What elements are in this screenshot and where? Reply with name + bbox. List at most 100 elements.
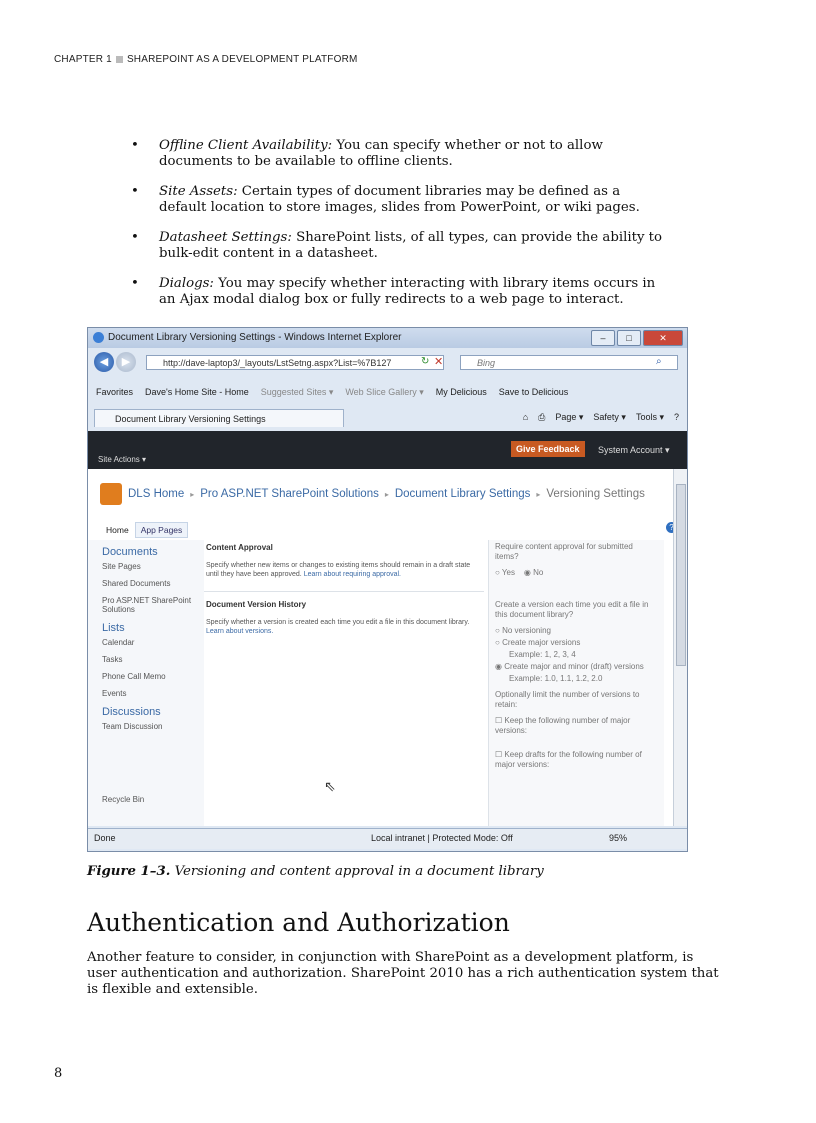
quick-link[interactable]: Shared Documents — [102, 579, 204, 588]
favorite-link[interactable]: Dave's Home Site - Home — [145, 387, 249, 397]
home-icon[interactable]: ⌂ — [523, 412, 528, 423]
favorite-link[interactable]: My Delicious — [436, 387, 487, 397]
page-tabs: Home App Pages — [100, 522, 189, 538]
caption-text: Versioning and content approval in a doc… — [170, 864, 544, 879]
quick-link[interactable]: Phone Call Memo — [102, 672, 204, 681]
keep-major-checkbox[interactable]: Keep the following number of major versi… — [495, 716, 630, 735]
content-approval-description: Specify whether new items or changes to … — [206, 561, 480, 579]
list-item: Offline Client Availability: You can spe… — [131, 138, 671, 170]
scrollbar-thumb[interactable] — [676, 484, 686, 666]
print-icon[interactable]: ⎙ — [538, 412, 545, 423]
quick-heading-lists[interactable]: Lists — [102, 622, 204, 634]
breadcrumb-separator-icon: ▸ — [190, 489, 195, 499]
quick-link[interactable]: Site Pages — [102, 562, 204, 571]
status-text: Done — [94, 833, 116, 843]
quick-heading-discussions[interactable]: Discussions — [102, 706, 204, 718]
refresh-icon[interactable]: ↻ — [421, 356, 429, 367]
window-titlebar: Document Library Versioning Settings - W… — [88, 328, 687, 348]
account-menu[interactable]: System Account ▾ — [598, 445, 670, 456]
limit-label: Optionally limit the number of versions … — [495, 690, 640, 709]
section-descriptions: Content Approval Specify whether new ite… — [204, 540, 484, 826]
section-heading: Authentication and Authorization — [87, 908, 510, 937]
back-icon[interactable]: ◀ — [94, 352, 114, 372]
close-button[interactable]: ✕ — [643, 330, 683, 346]
breadcrumb-link[interactable]: Document Library Settings — [395, 488, 531, 500]
figure-label: Figure 1–3. — [87, 864, 171, 879]
tab-app-pages[interactable]: App Pages — [134, 522, 189, 538]
quick-link[interactable]: Tasks — [102, 655, 204, 664]
help-icon[interactable]: ? — [674, 412, 679, 423]
quick-heading-documents[interactable]: Documents — [102, 546, 204, 558]
site-actions-menu[interactable]: Site Actions ▾ — [98, 455, 146, 464]
radio-no-versioning[interactable]: No versioning — [502, 626, 551, 635]
quick-link[interactable]: Events — [102, 689, 204, 698]
security-zone: Local intranet | Protected Mode: Off — [371, 833, 513, 843]
favorite-link[interactable]: Suggested Sites ▾ — [261, 387, 334, 398]
section-controls: Require content approval for submitted i… — [488, 540, 664, 826]
version-option: ○ No versioning — [495, 626, 551, 635]
tab-home[interactable]: Home — [100, 522, 135, 538]
search-input[interactable]: Bing — [460, 355, 678, 370]
figure-caption: Figure 1–3. Versioning and content appro… — [87, 864, 544, 879]
version-example: Example: 1.0, 1.1, 1.2, 2.0 — [509, 674, 603, 683]
vertical-scrollbar[interactable] — [673, 469, 687, 826]
breadcrumb-current: Versioning Settings — [546, 488, 645, 500]
keep-major-option: ☐ Keep the following number of major ver… — [495, 716, 631, 735]
command-bar: ⌂ ⎙ Page ▾ Safety ▾ Tools ▾ ? — [523, 412, 679, 423]
favorite-link[interactable]: Web Slice Gallery ▾ — [345, 387, 423, 398]
version-option: ◉ Create major and minor (draft) version… — [495, 662, 644, 671]
versions-help-link[interactable]: Learn about versions. — [206, 628, 273, 635]
browser-tab[interactable]: Document Library Versioning Settings — [94, 409, 344, 427]
radio-major-minor-versions[interactable]: Create major and minor (draft) versions — [504, 662, 644, 671]
bullet-text: You may specify whether interacting with… — [159, 276, 656, 307]
header-separator-square — [115, 56, 123, 63]
keep-drafts-checkbox[interactable]: Keep drafts for the following number of … — [495, 750, 642, 769]
give-feedback-button[interactable]: Give Feedback — [511, 441, 585, 457]
zoom-level[interactable]: 95% — [609, 833, 627, 843]
safety-menu[interactable]: Safety ▾ — [593, 412, 626, 423]
browser-screenshot: Document Library Versioning Settings - W… — [87, 327, 688, 852]
forward-icon[interactable]: ▶ — [116, 352, 136, 372]
site-logo — [100, 483, 122, 505]
approval-help-link[interactable]: Learn about requiring approval. — [304, 571, 401, 578]
radio-no[interactable]: No — [533, 568, 543, 577]
bullet-term: Datasheet Settings: — [159, 230, 292, 245]
version-history-heading: Document Version History — [206, 600, 307, 609]
radio-major-versions[interactable]: Create major versions — [502, 638, 580, 647]
radio-yes[interactable]: Yes — [502, 568, 515, 577]
address-bar[interactable]: http://dave-laptop3/_layouts/LstSetng.as… — [146, 355, 444, 370]
version-option: ○ Create major versions — [495, 638, 581, 647]
approval-options: ○ Yes ◉ No — [495, 568, 544, 577]
description-text: Specify whether a version is created eac… — [206, 619, 470, 626]
breadcrumb-separator-icon: ▸ — [536, 489, 541, 499]
mouse-pointer-icon: ⇖ — [324, 778, 336, 794]
favorites-button[interactable]: Favorites — [96, 387, 133, 397]
page-number: 8 — [54, 1066, 63, 1081]
page-menu[interactable]: Page ▾ — [555, 412, 583, 423]
version-history-description: Specify whether a version is created eac… — [206, 618, 480, 636]
quick-link[interactable]: Calendar — [102, 638, 204, 647]
running-header: CHAPTER 1 SHAREPOINT AS A DEVELOPMENT PL… — [54, 54, 358, 65]
window-title: Document Library Versioning Settings - W… — [108, 332, 402, 343]
tab-bar: Document Library Versioning Settings ⌂ ⎙… — [88, 406, 687, 430]
breadcrumb: DLS Home ▸ Pro ASP.NET SharePoint Soluti… — [100, 483, 645, 505]
minimize-button[interactable]: – — [591, 330, 615, 346]
search-icon[interactable]: ⌕ — [656, 356, 662, 367]
section-divider — [204, 591, 484, 592]
breadcrumb-link[interactable]: Pro ASP.NET SharePoint Solutions — [200, 488, 379, 500]
chapter-title: SHAREPOINT AS A DEVELOPMENT PLATFORM — [126, 54, 358, 65]
chapter-label: CHAPTER 1 — [54, 54, 112, 65]
address-row: ◀ ▶ http://dave-laptop3/_layouts/LstSetn… — [88, 350, 687, 374]
quick-link[interactable]: Pro ASP.NET SharePoint Solutions — [102, 596, 204, 614]
favorite-link[interactable]: Save to Delicious — [499, 387, 569, 397]
stop-icon[interactable]: ✕ — [434, 355, 443, 368]
list-item: Datasheet Settings: SharePoint lists, of… — [131, 230, 671, 262]
approval-question: Require content approval for submitted i… — [495, 542, 633, 561]
breadcrumb-link[interactable]: DLS Home — [128, 488, 184, 500]
quick-link[interactable]: Team Discussion — [102, 722, 204, 731]
recycle-bin-link[interactable]: Recycle Bin — [102, 795, 144, 804]
maximize-button[interactable]: □ — [617, 330, 641, 346]
tools-menu[interactable]: Tools ▾ — [636, 412, 664, 423]
list-item: Dialogs: You may specify whether interac… — [131, 276, 671, 308]
bullet-term: Dialogs: — [159, 276, 214, 291]
